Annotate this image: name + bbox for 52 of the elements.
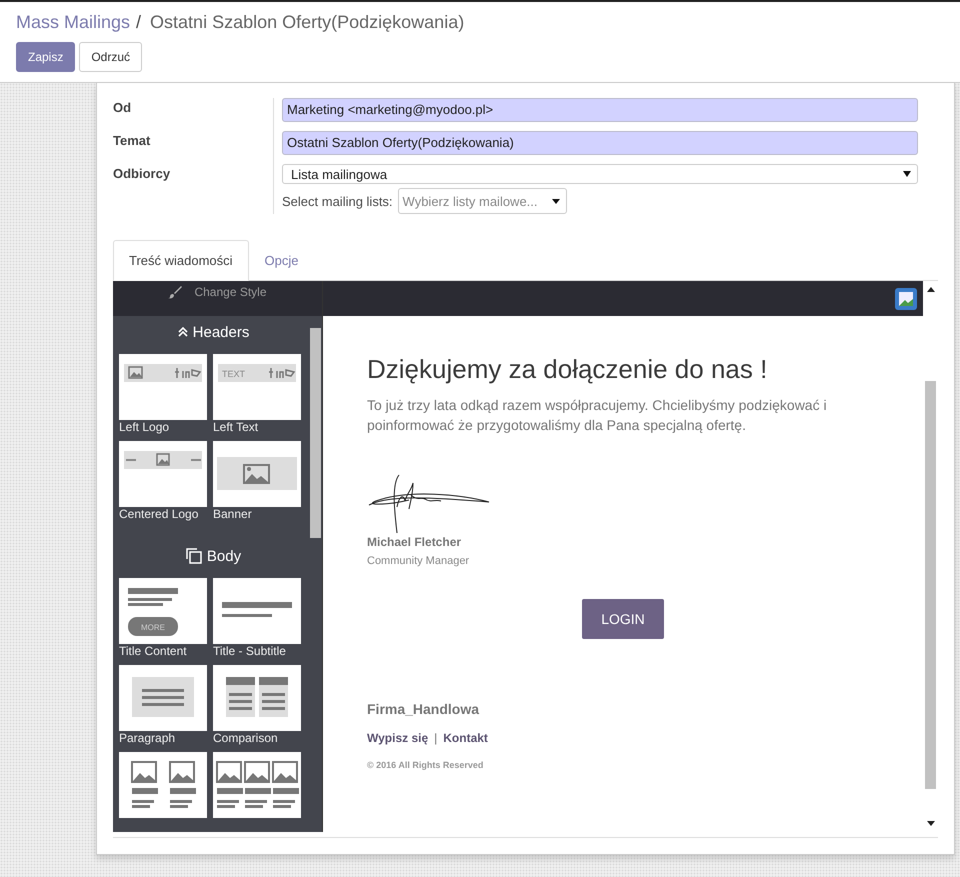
- link-separator: |: [434, 731, 438, 745]
- dropdown-field[interactable]: Wybierz listy mailowe...: [398, 188, 567, 214]
- tab[interactable]: Opcje: [248, 240, 315, 281]
- snippet-label: Title Content: [119, 644, 188, 659]
- snippet-thumbnail[interactable]: [119, 441, 207, 507]
- snippet-label: Centered Logo: [119, 507, 200, 522]
- company-name: Firma_Handlowa: [367, 701, 480, 717]
- section-title: Body: [119, 540, 308, 570]
- field-label: Temat: [113, 133, 152, 148]
- snippet-label: Left Text: [213, 420, 260, 435]
- snippet-thumbnail[interactable]: [119, 354, 207, 420]
- input-field[interactable]: Ostatni Szablon Oferty(Podziękowania): [282, 131, 918, 155]
- select-field[interactable]: Lista mailingowa: [282, 164, 918, 184]
- footer-link[interactable]: Wypisz się: [367, 731, 428, 745]
- footer-link[interactable]: Kontakt: [443, 731, 488, 745]
- snippet-label: Paragraph: [119, 731, 176, 746]
- snippet-label: Left Logo: [119, 420, 170, 435]
- snippet-thumbnail[interactable]: [119, 752, 207, 818]
- image-icon[interactable]: [895, 288, 917, 310]
- signer-role: Community Manager: [367, 555, 470, 567]
- input-field[interactable]: Marketing <marketing@myodoo.pl>: [282, 98, 918, 122]
- signer-name: Michael Fletcher: [367, 535, 462, 549]
- snippet-thumbnail[interactable]: [119, 665, 207, 731]
- email-heading: Dziękujemy za dołączenie do nas !: [367, 354, 768, 385]
- change-style-button[interactable]: Change Style: [168, 281, 267, 299]
- snippet-label: Title - Subtitle: [213, 644, 287, 659]
- copy-icon: [186, 548, 202, 564]
- field-label: Od: [113, 100, 132, 115]
- snippet-thumbnail[interactable]: [213, 752, 301, 818]
- brush-icon: [168, 285, 182, 299]
- breadcrumb-link[interactable]: Mass Mailings: [16, 12, 130, 33]
- snippet-label: Comparison: [213, 731, 279, 746]
- email-paragraph: To już trzy lata odkąd razem współpracujemy. Chcielibyśmy podziękować i poinformować że przygotowaliśmy dla Pana specjalną ofertę.: [367, 396, 828, 435]
- login-button[interactable]: LOGIN: [582, 599, 664, 639]
- record-title: Ostatni Szablon Oferty(Podziękowania): [150, 12, 464, 33]
- field-label: Select mailing lists:: [282, 194, 393, 208]
- save-button[interactable]: Zapisz: [16, 42, 76, 72]
- discard-button[interactable]: Odrzuć: [79, 42, 142, 72]
- snippet-label: Banner: [213, 507, 253, 522]
- scroll-up-icon[interactable]: [926, 287, 934, 292]
- chevrons-up-icon: [178, 327, 188, 337]
- breadcrumb-separator: /: [136, 12, 142, 33]
- caret-icon: [903, 171, 911, 177]
- scroll-down-icon[interactable]: [926, 821, 934, 826]
- section-title: Headers: [119, 316, 308, 346]
- snippet-thumbnail[interactable]: [213, 441, 301, 507]
- field-label: Odbiorcy: [113, 166, 172, 181]
- snippet-thumbnail[interactable]: [213, 665, 301, 731]
- caret-icon: [552, 198, 560, 204]
- snippet-thumbnail[interactable]: [213, 578, 301, 644]
- tab[interactable]: Treść wiadomości: [113, 240, 249, 281]
- copyright-text: © 2016 All Rights Reserved: [367, 760, 484, 770]
